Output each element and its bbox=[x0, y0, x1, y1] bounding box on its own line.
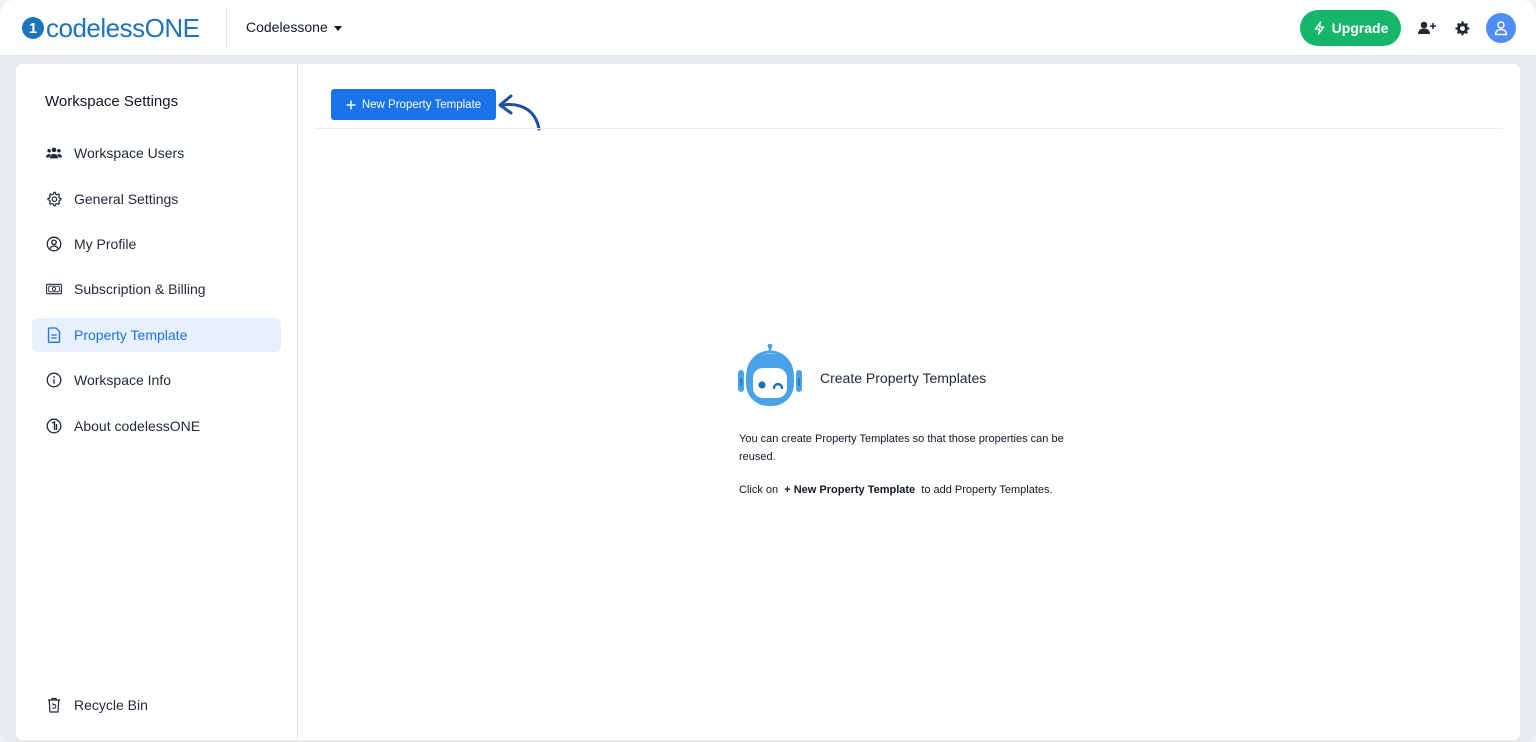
sidebar-item-label: About codelessONE bbox=[74, 418, 201, 434]
robot-icon bbox=[738, 344, 802, 406]
user-icon bbox=[1494, 21, 1508, 36]
sidebar-item-subscription-billing[interactable]: Subscription & Billing bbox=[32, 272, 281, 306]
sidebar-item-recycle-bin[interactable]: Recycle Bin bbox=[32, 688, 281, 722]
hint-suffix: to add Property Templates. bbox=[921, 484, 1053, 496]
info-icon bbox=[46, 372, 62, 388]
sidebar-item-label: Workspace Users bbox=[74, 145, 185, 161]
workspace-switcher[interactable]: Codelessone bbox=[246, 19, 342, 35]
gear-outline-icon bbox=[46, 191, 62, 207]
sidebar-item-property-template[interactable]: Property Template bbox=[32, 318, 281, 352]
gear-icon[interactable] bbox=[1451, 17, 1473, 39]
new-property-template-button[interactable]: New Property Template bbox=[331, 89, 496, 120]
logo-mark: 1 bbox=[22, 17, 44, 39]
users-icon bbox=[46, 145, 62, 161]
codelessone-logo[interactable]: 1 codelessONE bbox=[22, 12, 200, 43]
lightning-icon bbox=[1314, 21, 1324, 35]
upgrade-button[interactable]: Upgrade bbox=[1300, 10, 1401, 46]
sidebar-item-label: General Settings bbox=[74, 191, 179, 207]
plus-icon bbox=[346, 100, 356, 109]
sidebar-title: Workspace Settings bbox=[45, 93, 179, 110]
sidebar-item-workspace-users[interactable]: Workspace Users bbox=[32, 136, 281, 170]
add-user-icon[interactable] bbox=[1416, 17, 1438, 39]
curved-arrow-icon bbox=[498, 94, 541, 131]
settings-panel: Workspace Settings Workspace Users Gener… bbox=[16, 64, 1520, 740]
empty-state-hint: Click on + New Property Template to add … bbox=[739, 484, 1053, 496]
new-button-label: New Property Template bbox=[361, 98, 482, 111]
profile-icon bbox=[46, 236, 62, 252]
empty-state-description: You can create Property Templates so tha… bbox=[739, 433, 1064, 463]
top-bar: 1 codelessONE Codelessone Upgrade bbox=[0, 0, 1536, 56]
user-avatar[interactable] bbox=[1486, 13, 1516, 43]
sidebar-item-label: Property Template bbox=[74, 327, 188, 343]
empty-state-title: Create Property Templates bbox=[820, 370, 987, 386]
sidebar-item-label: My Profile bbox=[74, 236, 137, 252]
app-window: 1 codelessONE Codelessone Upgrade Worksp… bbox=[0, 0, 1536, 742]
content-divider bbox=[315, 128, 1503, 129]
workspace-name: Codelessone bbox=[246, 19, 328, 35]
upgrade-label: Upgrade bbox=[1331, 20, 1389, 36]
sidebar-item-label: Subscription & Billing bbox=[74, 281, 206, 297]
sidebar-item-about-codelessone[interactable]: About codelessONE bbox=[32, 409, 281, 443]
sidebar-item-my-profile[interactable]: My Profile bbox=[32, 227, 281, 261]
sidebar-item-label: Workspace Info bbox=[74, 372, 172, 388]
document-icon bbox=[46, 327, 62, 343]
settings-sidebar: Workspace Settings Workspace Users Gener… bbox=[16, 64, 298, 740]
sidebar-item-general-settings[interactable]: General Settings bbox=[32, 182, 281, 216]
hint-action: + New Property Template bbox=[784, 484, 916, 496]
billing-icon bbox=[46, 281, 62, 297]
property-template-content: New Property Template Create Property Te bbox=[299, 64, 1520, 740]
hint-prefix: Click on bbox=[739, 484, 779, 496]
recycle-bin-icon bbox=[46, 697, 62, 713]
sidebar-item-workspace-info[interactable]: Workspace Info bbox=[32, 363, 281, 397]
codelessone-icon bbox=[46, 418, 62, 434]
topbar-divider bbox=[226, 8, 227, 48]
caret-down-icon bbox=[333, 25, 342, 31]
sidebar-item-label: Recycle Bin bbox=[74, 697, 148, 713]
logo-text: codelessONE bbox=[46, 12, 200, 43]
